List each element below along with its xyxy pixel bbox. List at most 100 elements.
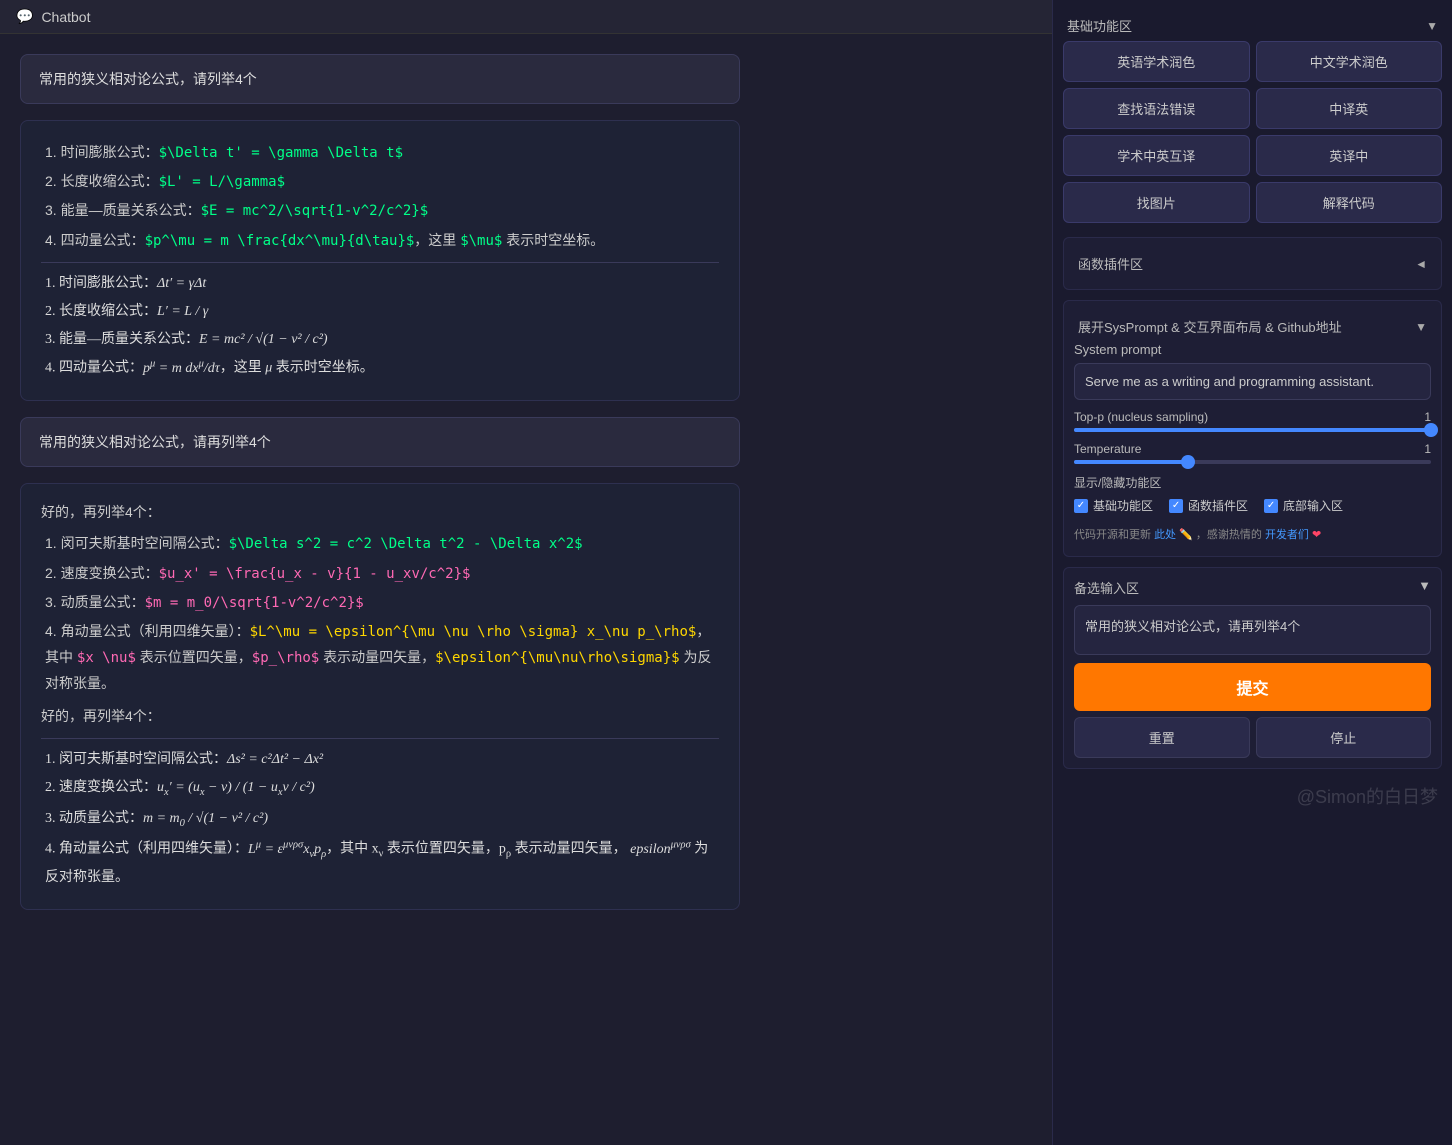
formula-code: $m = m_0/\sqrt{1-v^2/c^2}$ (145, 595, 364, 611)
user-message-2: 常用的狭义相对论公式，请再列举4个 (20, 417, 740, 467)
math: L′ = L / γ (157, 304, 208, 319)
basic-functions-grid: 英语学术润色 中文学术润色 查找语法错误 中译英 学术中英互译 英译中 找图片 … (1063, 41, 1442, 223)
sys-prompt-value[interactable]: Serve me as a writing and programming as… (1074, 363, 1431, 400)
btn-cn-polish[interactable]: 中文学术润色 (1256, 41, 1443, 82)
basic-functions-label: 基础功能区 (1067, 16, 1132, 35)
checkbox-row: ✓ 基础功能区 ✓ 函数插件区 ✓ 底部输入区 (1074, 497, 1431, 514)
math: E = mc² / √(1 − v² / c²) (199, 332, 328, 347)
math: ux′ = (ux − v) / (1 − uxv / c²) (157, 780, 315, 795)
stop-button[interactable]: 停止 (1256, 717, 1432, 758)
contributors-link[interactable]: 开发者们 (1265, 529, 1309, 541)
rendered-formula: 1. 闵可夫斯基时空间隔公式：Δs² = c²Δt² − Δx² (41, 747, 719, 772)
plugin-area-label: 函数插件区 (1078, 254, 1143, 273)
btn-academic-translate[interactable]: 学术中英互译 (1063, 135, 1250, 176)
bottom-buttons: 重置 停止 (1074, 717, 1431, 758)
temperature-fill (1074, 460, 1188, 464)
sys-prompt-header: 展开SysPrompt & 交互界面布局 & Github地址 ▼ (1074, 311, 1431, 342)
formula-item: 4. 角动量公式（利用四维矢量）：$L^\mu = \epsilon^{\mu … (41, 619, 719, 697)
checkbox-basic-box: ✓ (1074, 499, 1088, 513)
rendered-formula: 1. 时间膨胀公式：Δt′ = γΔt (41, 271, 719, 296)
temperature-row: Temperature 1 (1074, 442, 1431, 464)
backup-header: 备选输入区 ▼ (1074, 578, 1431, 597)
checkbox-bottom[interactable]: ✓ 底部输入区 (1264, 497, 1343, 514)
formula-item: 1. 闵可夫斯基时空间隔公式：$\Delta s^2 = c^2 \Delta … (41, 531, 719, 557)
header-bar: 💬 Chatbot (0, 0, 1052, 34)
btn-en-polish[interactable]: 英语学术润色 (1063, 41, 1250, 82)
formula-code: $u_x' = \frac{u_x - v}{1 - u_xv/c^2}$ (159, 566, 471, 582)
checkbox-plugin-box: ✓ (1169, 499, 1183, 513)
rendered-formula: 3. 动质量公式：m = m0 / √(1 − v² / c²) (41, 806, 719, 834)
top-p-fill (1074, 428, 1431, 432)
temperature-thumb[interactable] (1181, 455, 1195, 469)
chat-icon: 💬 (16, 8, 33, 25)
plugin-area-arrow: ◄ (1415, 257, 1427, 271)
right-panel: 基础功能区 ▼ 英语学术润色 中文学术润色 查找语法错误 中译英 学术中英互译 … (1052, 0, 1452, 1145)
formula-item: 3. 能量—质量关系公式：$E = mc^2/\sqrt{1-v^2/c^2}$ (41, 198, 719, 224)
user-message-1: 常用的狭义相对论公式，请列举4个 (20, 54, 740, 104)
sys-prompt-title: 展开SysPrompt & 交互界面布局 & Github地址 (1078, 317, 1342, 336)
rendered-formula: 4. 四动量公式：pμ = m dxμ/dτ，这里 μ 表示时空坐标。 (41, 355, 719, 381)
formula-code: $L' = L/\gamma$ (159, 174, 285, 190)
temperature-track[interactable] (1074, 460, 1431, 464)
formula-code: $E = mc^2/\sqrt{1-v^2/c^2}$ (201, 203, 429, 219)
backup-arrow: ▼ (1418, 578, 1431, 597)
reset-button[interactable]: 重置 (1074, 717, 1250, 758)
watermark: @Simon的白日梦 (1063, 779, 1442, 813)
formula-code: $\epsilon^{\mu\nu\rho\sigma}$ (435, 650, 679, 666)
sys-prompt-arrow: ▼ (1415, 320, 1427, 334)
submit-button[interactable]: 提交 (1074, 663, 1431, 711)
sys-prompt-label: System prompt (1074, 342, 1431, 357)
formula-code: $p_\rho$ (252, 650, 319, 666)
checkbox-plugin[interactable]: ✓ 函数插件区 (1169, 497, 1248, 514)
formula-item: 2. 速度变换公式：$u_x' = \frac{u_x - v}{1 - u_x… (41, 561, 719, 587)
heart-icon: ❤ (1312, 529, 1321, 541)
sys-prompt-section: 展开SysPrompt & 交互界面布局 & Github地址 ▼ System… (1063, 300, 1442, 557)
checkbox-basic[interactable]: ✓ 基础功能区 (1074, 497, 1153, 514)
formula-code: $p^\mu = m \frac{dx^\mu}{d\tau}$ (145, 233, 415, 249)
formula-code: $\Delta s^2 = c^2 \Delta t^2 - \Delta x^… (229, 536, 583, 552)
rendered-formula: 2. 长度收缩公式：L′ = L / γ (41, 299, 719, 324)
top-p-track[interactable] (1074, 428, 1431, 432)
rendered-formula: 2. 速度变换公式：ux′ = (ux − v) / (1 − uxv / c²… (41, 775, 719, 803)
formula-item: 2. 长度收缩公式：$L' = L/\gamma$ (41, 169, 719, 195)
math: μ (265, 361, 272, 376)
btn-grammar-check[interactable]: 查找语法错误 (1063, 88, 1250, 129)
footer-link[interactable]: 此处 (1154, 529, 1176, 541)
plugin-area-section: 函数插件区 ◄ (1063, 237, 1442, 290)
formula-item: 1. 时间膨胀公式：$\Delta t' = \gamma \Delta t$ (41, 140, 719, 166)
checkbox-bottom-box: ✓ (1264, 499, 1278, 513)
show-hide-section: 显示/隐藏功能区 ✓ 基础功能区 ✓ 函数插件区 ✓ 底部输入区 (1074, 474, 1431, 514)
formula-code: $L^\mu = \epsilon^{\mu \nu \rho \sigma} … (250, 624, 697, 640)
math: pμ = m dxμ/dτ (143, 361, 220, 376)
response-intro: 好的，再列举4个： (41, 500, 719, 525)
formula-item: 4. 四动量公式：$p^\mu = m \frac{dx^\mu}{d\tau}… (41, 228, 719, 254)
backup-input-field[interactable]: 常用的狭义相对论公式，请再列举4个 (1074, 605, 1431, 655)
top-p-row: Top-p (nucleus sampling) 1 (1074, 410, 1431, 432)
basic-functions-section: 基础功能区 ▼ 英语学术润色 中文学术润色 查找语法错误 中译英 学术中英互译 … (1063, 10, 1442, 227)
basic-functions-header: 基础功能区 ▼ (1063, 10, 1442, 41)
math: Lμ = εμνρσxνpρ (248, 842, 326, 857)
btn-cn-to-en[interactable]: 中译英 (1256, 88, 1443, 129)
math: m = m0 / √(1 − v² / c²) (143, 811, 268, 826)
left-panel: 💬 Chatbot 常用的狭义相对论公式，请列举4个 1. 时间膨胀公式：$\D… (0, 0, 1052, 1145)
formula-code: $\mu$ (460, 233, 502, 249)
footer-links: 代码开源和更新 此处 ✏️ ，感谢热情的 开发者们 ❤ (1074, 522, 1431, 546)
btn-explain-code[interactable]: 解释代码 (1256, 182, 1443, 223)
formula-code: $x \nu$ (77, 650, 136, 666)
show-hide-label: 显示/隐藏功能区 (1074, 474, 1431, 491)
backup-input-section: 备选输入区 ▼ 常用的狭义相对论公式，请再列举4个 提交 重置 停止 (1063, 567, 1442, 769)
plugin-area-header: 函数插件区 ◄ (1074, 248, 1431, 279)
assistant-message-2: 好的，再列举4个： 1. 闵可夫斯基时空间隔公式：$\Delta s^2 = c… (20, 483, 740, 910)
backup-label: 备选输入区 (1074, 578, 1139, 597)
formula-item: 3. 动质量公式：$m = m_0/\sqrt{1-v^2/c^2}$ (41, 590, 719, 616)
math: Δs² = c²Δt² − Δx² (227, 752, 323, 767)
assistant-message-1: 1. 时间膨胀公式：$\Delta t' = \gamma \Delta t$ … (20, 120, 740, 401)
btn-en-to-cn[interactable]: 英译中 (1256, 135, 1443, 176)
rendered-formula: 4. 角动量公式（利用四维矢量）：Lμ = εμνρσxνpρ，其中 xν 表示… (41, 836, 719, 890)
btn-find-image[interactable]: 找图片 (1063, 182, 1250, 223)
math: epsilonμνρσ (630, 842, 691, 857)
temperature-label: Temperature 1 (1074, 442, 1431, 456)
top-p-label: Top-p (nucleus sampling) 1 (1074, 410, 1431, 424)
response-repeat: 好的，再列举4个： (41, 704, 719, 729)
top-p-thumb[interactable] (1424, 423, 1438, 437)
